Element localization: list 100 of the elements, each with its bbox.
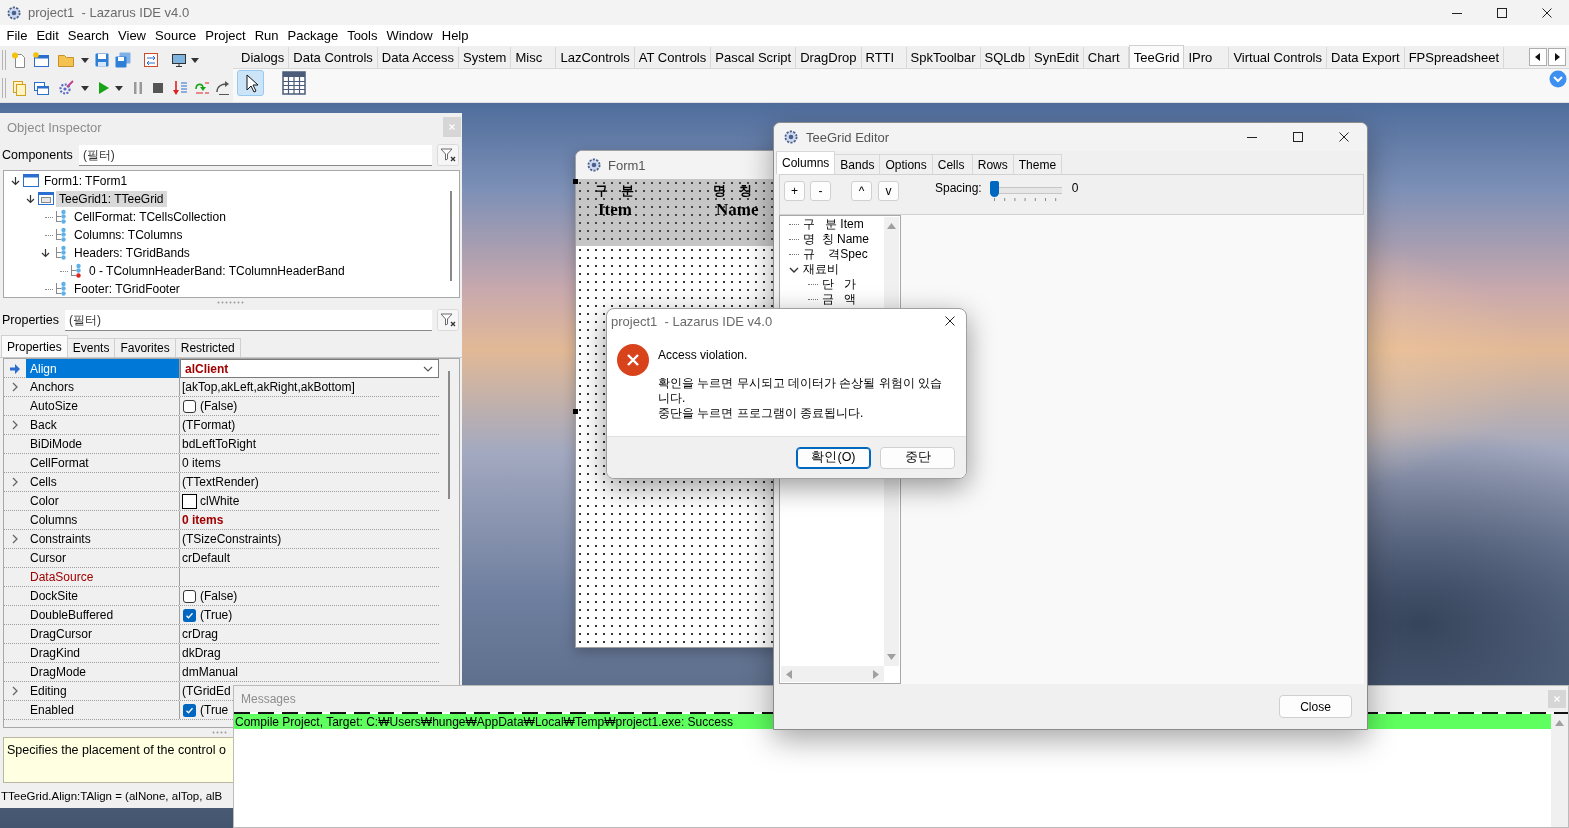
- close-button[interactable]: Close: [1279, 695, 1352, 718]
- chevron-right-icon[interactable]: [12, 534, 18, 544]
- tree-item[interactable]: 명 칭 Name: [803, 231, 869, 248]
- palette-tab[interactable]: IPro: [1184, 47, 1230, 68]
- tree-item[interactable]: 0 - TColumnHeaderBand: TColumnHeaderBand: [86, 263, 348, 279]
- menu-item[interactable]: Tools: [342, 26, 382, 45]
- palette-tab[interactable]: DragDrop: [796, 47, 862, 68]
- selection-handle-icon[interactable]: [573, 179, 578, 184]
- menu-item[interactable]: Package: [283, 26, 343, 45]
- move-down-button[interactable]: v: [878, 181, 899, 201]
- inspector-tab[interactable]: Restricted: [175, 338, 241, 357]
- filter-clear-icon[interactable]: [437, 309, 459, 331]
- close-icon[interactable]: [945, 316, 955, 326]
- checkbox[interactable]: [183, 608, 196, 622]
- tree-item[interactable]: TeeGrid1: TTeeGrid: [56, 191, 167, 207]
- vertical-scrollbar[interactable]: [1551, 714, 1568, 827]
- remove-button[interactable]: -: [810, 181, 831, 201]
- property-name[interactable]: DockSite: [26, 587, 180, 605]
- menu-item[interactable]: Window: [382, 26, 438, 45]
- property-name[interactable]: Constraints: [26, 530, 180, 548]
- slider-thumb[interactable]: [989, 181, 999, 197]
- menu-item[interactable]: Help: [437, 26, 473, 45]
- inspector-tab[interactable]: Properties: [1, 335, 68, 357]
- palette-tab[interactable]: Data Controls: [289, 47, 378, 68]
- save-icon[interactable]: [94, 52, 110, 68]
- property-name[interactable]: Align: [26, 359, 180, 378]
- chevron-right-icon[interactable]: [12, 477, 18, 487]
- editor-tab[interactable]: Theme: [1013, 154, 1063, 174]
- maximize-icon[interactable]: [1496, 7, 1507, 18]
- step-into-icon[interactable]: [172, 80, 188, 96]
- property-name[interactable]: Anchors: [26, 378, 180, 396]
- inspector-tab[interactable]: Favorites: [115, 338, 176, 357]
- editor-tab[interactable]: Rows: [972, 154, 1014, 174]
- palette-tab[interactable]: Virtual Controls: [1229, 47, 1327, 68]
- grid-tool-button[interactable]: [280, 70, 307, 96]
- palette-tab[interactable]: System: [459, 47, 512, 68]
- checkbox[interactable]: [183, 589, 196, 603]
- palette-tab[interactable]: FPSpreadsheet: [1404, 47, 1504, 68]
- tree-item[interactable]: CellFormat: TCellsCollection: [71, 209, 229, 225]
- property-name[interactable]: Editing: [26, 682, 180, 700]
- close-icon[interactable]: [1541, 7, 1552, 18]
- caret-icon[interactable]: [81, 85, 89, 91]
- editor-tab[interactable]: Bands: [835, 154, 881, 174]
- value-dropdown[interactable]: alClient: [180, 359, 439, 378]
- stop-icon[interactable]: [150, 80, 166, 96]
- tree-item[interactable]: 규 격Spec: [803, 246, 868, 263]
- palette-tab[interactable]: SynEdit: [1030, 47, 1084, 68]
- chevron-down-icon[interactable]: [423, 365, 433, 372]
- property-name[interactable]: CellFormat: [26, 454, 180, 472]
- tree-item[interactable]: Footer: TGridFooter: [71, 281, 183, 297]
- tree-item[interactable]: Headers: TGridBands: [71, 245, 193, 261]
- caret-icon[interactable]: [191, 57, 199, 63]
- filter-clear-icon[interactable]: [437, 144, 459, 166]
- windows-icon[interactable]: [33, 80, 49, 96]
- splitter-grip-icon[interactable]: [217, 300, 245, 304]
- property-name[interactable]: DoubleBuffered: [26, 606, 180, 624]
- palette-tab[interactable]: Data Access: [377, 47, 460, 68]
- menu-item[interactable]: File: [2, 26, 32, 45]
- tree-item[interactable]: 구 분 Item: [803, 216, 864, 233]
- scrollbar-thumb[interactable]: [448, 371, 450, 499]
- tree-item[interactable]: 단 가: [822, 276, 856, 293]
- tree-item[interactable]: 재료비: [803, 261, 839, 278]
- gear-wand-icon[interactable]: [58, 80, 74, 96]
- move-up-button[interactable]: ^: [851, 181, 872, 201]
- swap-icon[interactable]: [143, 52, 159, 68]
- property-name[interactable]: Color: [26, 492, 180, 510]
- palette-tab[interactable]: Misc: [511, 47, 557, 68]
- palette-tab[interactable]: Data Export: [1327, 47, 1405, 68]
- menu-item[interactable]: Source: [150, 26, 201, 45]
- property-name[interactable]: Cursor: [26, 549, 180, 567]
- confirm-button[interactable]: 확인(O): [796, 446, 871, 469]
- selection-handle-icon[interactable]: [573, 409, 578, 414]
- property-name[interactable]: Columns: [26, 511, 180, 529]
- close-icon[interactable]: [1339, 132, 1349, 142]
- editor-tab[interactable]: Cells: [932, 154, 973, 174]
- property-name[interactable]: DragCursor: [26, 625, 180, 643]
- menu-item[interactable]: Edit: [31, 26, 64, 45]
- editor-tab[interactable]: Options: [880, 154, 933, 174]
- new-file-icon[interactable]: [11, 52, 27, 68]
- tree-item[interactable]: Form1: TForm1: [41, 173, 131, 189]
- step-out-icon[interactable]: [215, 80, 231, 96]
- abort-button[interactable]: 중단: [880, 446, 955, 469]
- property-name[interactable]: Enabled: [26, 701, 180, 719]
- property-name[interactable]: DataSource: [26, 568, 180, 586]
- tree-item[interactable]: Columns: TColumns: [71, 227, 186, 243]
- splitter-grip-icon[interactable]: [212, 730, 228, 734]
- palette-tab[interactable]: AT Controls: [634, 47, 712, 68]
- step-over-icon[interactable]: [194, 80, 210, 96]
- palette-tab[interactable]: LazControls: [556, 47, 635, 68]
- menu-item[interactable]: Project: [200, 26, 251, 45]
- palette-tab[interactable]: Dialogs: [237, 47, 290, 68]
- palette-tab[interactable]: TeeGrid: [1128, 45, 1185, 68]
- chevron-down-icon[interactable]: [26, 194, 35, 204]
- editor-tab[interactable]: Columns: [776, 151, 836, 174]
- scrollbar-thumb[interactable]: [450, 191, 452, 281]
- property-name[interactable]: Back: [26, 416, 180, 434]
- save-all-icon[interactable]: [115, 52, 131, 68]
- property-name[interactable]: DragMode: [26, 663, 180, 681]
- menu-item[interactable]: Run: [250, 26, 284, 45]
- property-name[interactable]: AutoSize: [26, 397, 180, 415]
